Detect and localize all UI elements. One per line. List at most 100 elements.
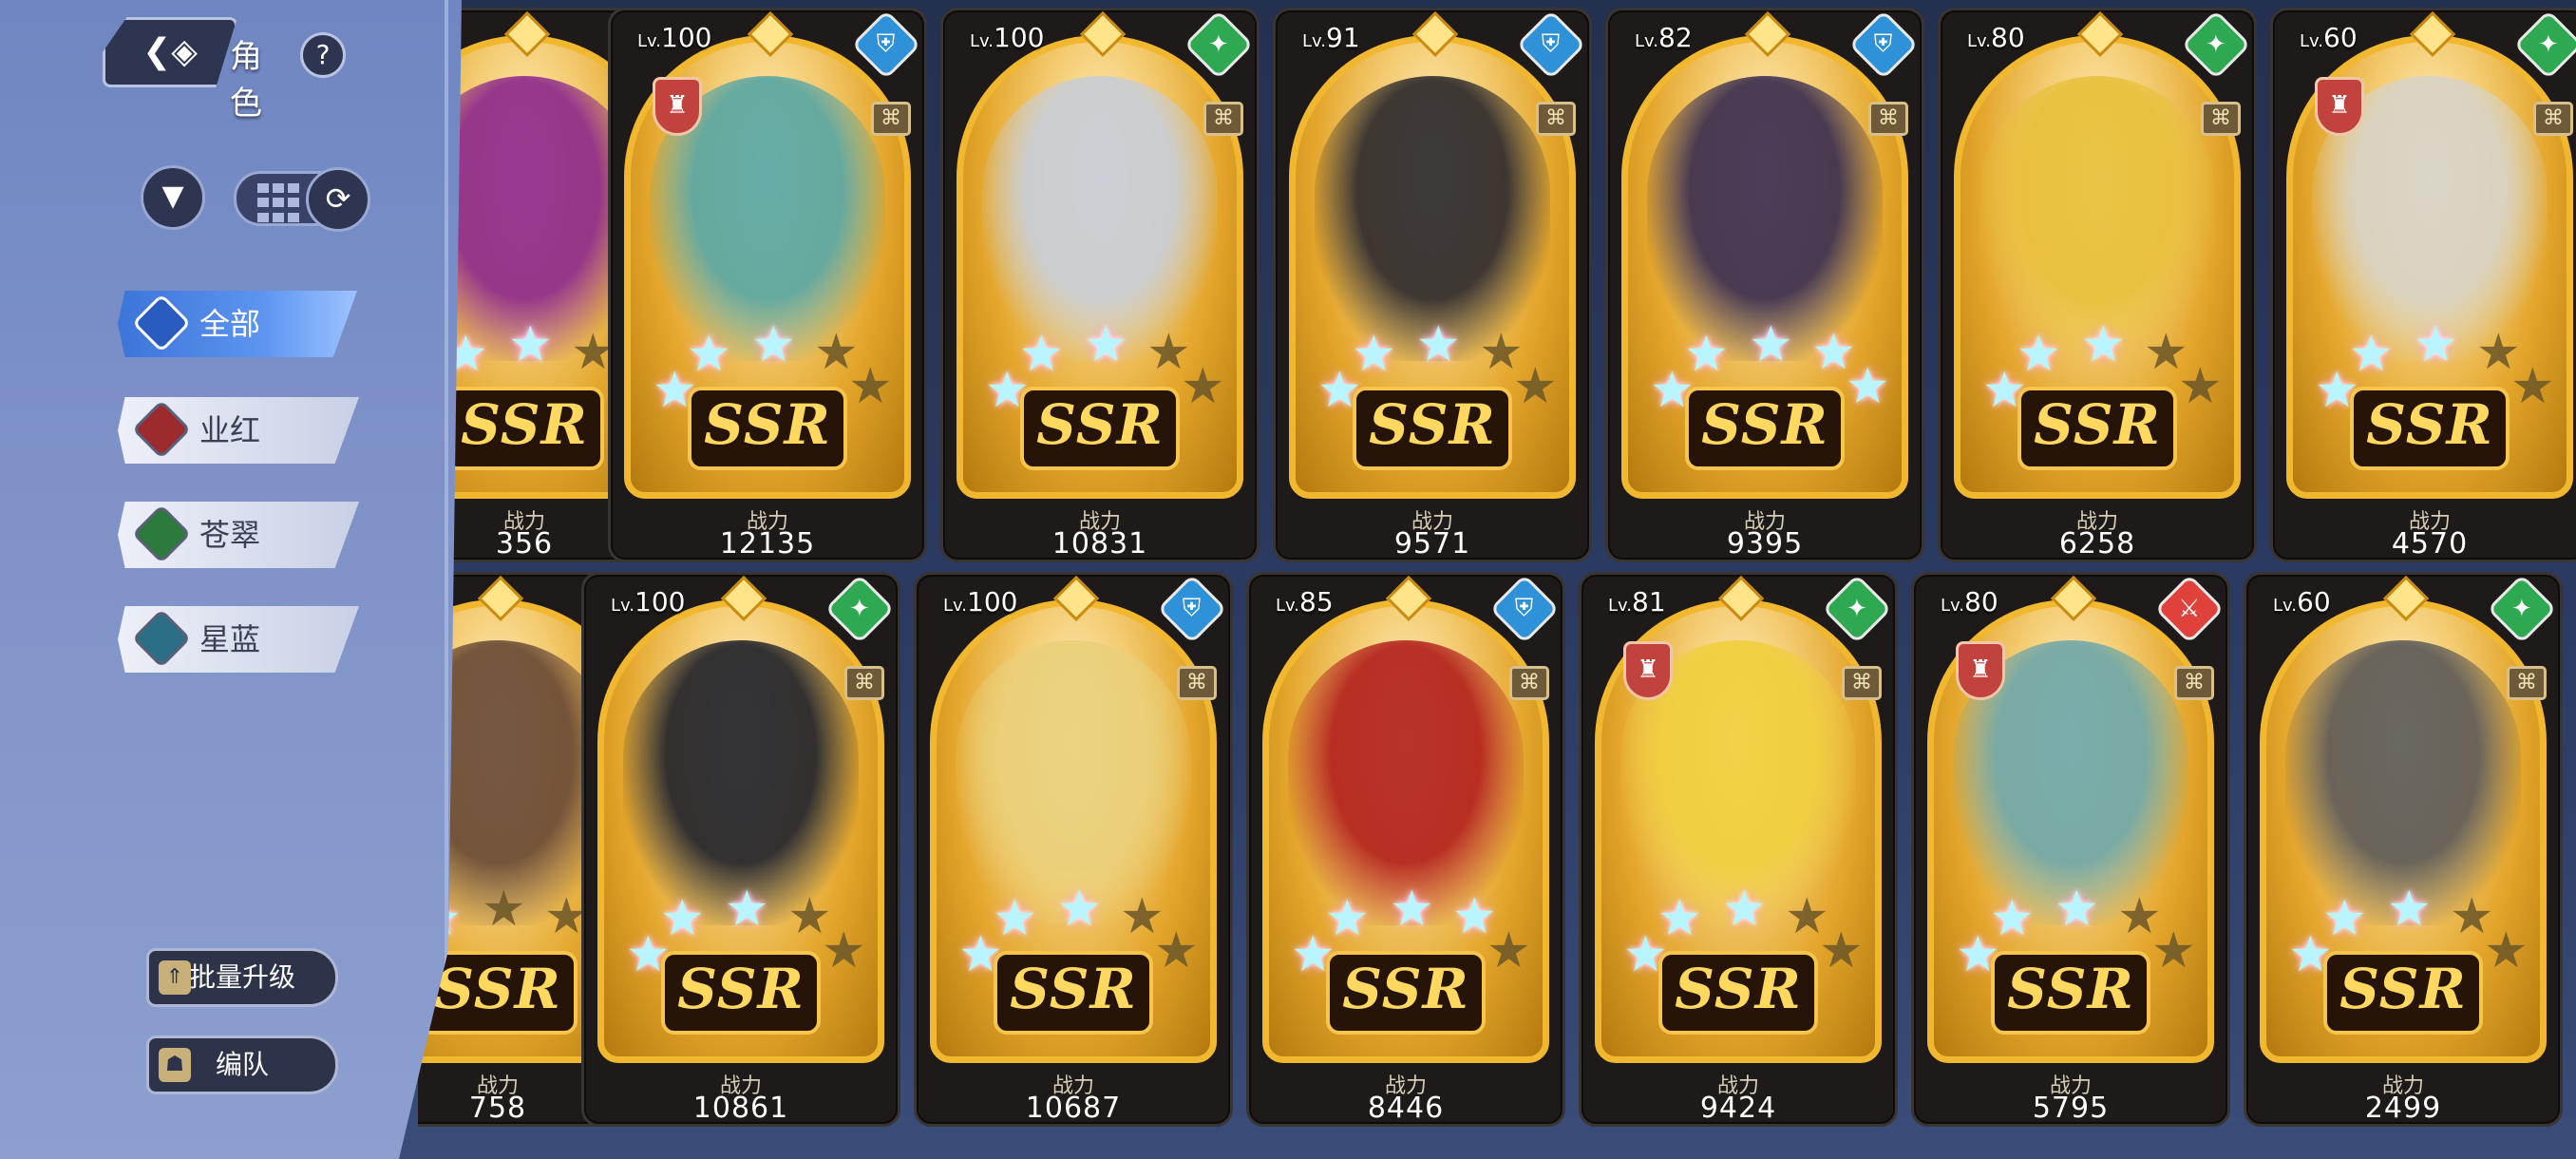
tab-label: 苍翠 [199,517,261,553]
star-icon: ★ [1057,881,1102,938]
star-icon: ★ [1513,358,1558,415]
star-icon: ★ [2387,881,2432,938]
star-icon: ★ [2510,358,2555,415]
star-icon: ★ [508,316,553,373]
level-label: Lv.85 [1276,586,1334,618]
refresh-icon: ⟳ [325,180,351,217]
star-icon: ★ [1487,922,1531,979]
level-label: Lv.100 [611,586,686,618]
rarity-badge: SSR [1353,387,1512,470]
rarity-badge: SSR [1658,951,1818,1035]
character-card[interactable]: Lv.82 ⛨ ⌘ ★ ★ ★ ★ ★ SSR 战力 9395 [1605,8,1924,562]
guild-badge-icon: ♜ [653,77,702,136]
upgrade-icon: ⇑ [159,960,191,995]
star-icon: ★ [848,358,893,415]
tab-blue[interactable]: 星蓝 [118,606,359,673]
star-icon: ★ [2178,358,2223,415]
rarity-badge: SSR [688,387,847,470]
team-button[interactable]: ☗ 编队 [146,1036,338,1094]
guild-badge-icon: ♜ [1623,641,1673,700]
character-card[interactable]: Lv.100 ✦ ⌘ ★ ★ ★ ★ ★ SSR 战力 10861 [581,572,900,1127]
star-icon: ★ [660,890,705,947]
star-icon: ★ [822,922,866,979]
power-value: 9424 [1699,1092,1777,1125]
level-label: Lv.91 [1302,22,1360,53]
class-icon: ⌘ [1177,666,1217,700]
class-icon: ⌘ [1842,666,1882,700]
level-label: Lv.82 [1635,22,1693,53]
character-card[interactable]: Lv.80 ⚔ ⌘ ♜ ★ ★ ★ ★ ★ SSR 战力 5795 [1911,572,2230,1127]
filter-button[interactable]: ▼ [141,165,205,230]
star-icon: ★ [2322,890,2367,947]
tab-green[interactable]: 苍翠 [118,502,359,568]
rarity-badge: SSR [2323,951,2483,1035]
rarity-badge: SSR [661,951,821,1035]
character-grid: ⚔⌘★★★★★SSR战力356Lv.100⛨⌘♜★★★★★SSR战力12135L… [418,8,2576,1159]
level-label: Lv.60 [2273,586,2331,618]
star-icon: ★ [1684,326,1729,383]
tab-all[interactable]: 全部 [118,291,357,357]
team-label: 编队 [215,1049,269,1080]
star-icon: ★ [1154,922,1199,979]
star-icon: ★ [2017,326,2061,383]
star-icon: ★ [1722,881,1767,938]
all-icon [131,293,192,353]
character-card[interactable]: Lv.60 ✦ ⌘ ♜ ★ ★ ★ ★ ★ SSR 战力 4570 [2270,8,2576,562]
star-icon: ★ [1325,890,1370,947]
rarity-badge: SSR [1020,387,1180,470]
star-icon: ★ [1657,890,1702,947]
refresh-button[interactable]: ⟳ [306,167,370,232]
tab-label: 全部 [199,306,261,342]
rarity-badge: SSR [1685,387,1845,470]
back-arrow-icon: ❮◈ [142,32,198,71]
level-label: Lv.80 [1941,586,1998,618]
character-card[interactable]: Lv.100 ⛨ ⌘ ★ ★ ★ ★ ★ SSR 战力 10687 [914,572,1233,1127]
class-icon: ⌘ [2507,666,2547,700]
batch-upgrade-label: 批量升级 [188,961,295,993]
character-card[interactable]: Lv.100 ⛨ ⌘ ♜ ★ ★ ★ ★ ★ SSR 战力 12135 [608,8,927,562]
team-icon: ☗ [159,1048,191,1082]
character-card[interactable]: Lv.60 ✦ ⌘ ★ ★ ★ ★ ★ SSR 战力 2499 [2244,572,2563,1127]
batch-upgrade-button[interactable]: ⇑ 批量升级 [146,948,338,1007]
power-value: 9571 [1393,527,1471,560]
level-label: Lv.81 [1608,586,1666,618]
guild-badge-icon: ♜ [2315,77,2364,136]
rarity-badge: SSR [994,951,1153,1035]
level-label: Lv.80 [1967,22,2025,53]
green-element-icon [131,504,192,564]
class-icon: ⌘ [1868,102,1908,136]
power-value: 9395 [1726,527,1804,560]
guild-badge-icon: ♜ [1956,641,2005,700]
star-icon: ★ [1390,881,1434,938]
tab-label: 星蓝 [199,621,261,657]
star-icon: ★ [993,890,1037,947]
character-card[interactable]: Lv.80 ✦ ⌘ ★ ★ ★ ★ ★ SSR 战力 6258 [1938,8,2257,562]
character-card[interactable]: Lv.91 ⛨ ⌘ ★ ★ ★ ★ ★ SSR 战力 9571 [1273,8,1592,562]
back-button[interactable]: ❮◈ [103,17,237,87]
character-card[interactable]: Lv.81 ✦ ⌘ ♜ ★ ★ ★ ★ ★ SSR 战力 9424 [1579,572,1898,1127]
page-title: 角色 [230,38,262,123]
star-icon: ★ [751,316,796,373]
level-label: Lv.100 [637,22,712,53]
rarity-badge: SSR [1991,951,2150,1035]
power-value: 10861 [692,1092,789,1125]
character-card[interactable]: Lv.85 ⛨ ⌘ ★ ★ ★ ★ ★ SSR 战力 8446 [1246,572,1565,1127]
star-icon: ★ [1084,316,1128,373]
star-icon: ★ [725,881,769,938]
class-icon: ⌘ [2174,666,2214,700]
power-value: 8446 [1367,1092,1445,1125]
star-icon: ★ [1819,922,1864,979]
character-card[interactable]: Lv.100 ✦ ⌘ ★ ★ ★ ★ ★ SSR 战力 10831 [940,8,1260,562]
star-icon: ★ [1416,316,1461,373]
class-icon: ⌘ [2533,102,2573,136]
star-icon: ★ [2484,922,2529,979]
star-icon: ★ [482,881,526,938]
star-icon: ★ [2081,316,2126,373]
class-icon: ⌘ [1509,666,1549,700]
power-value: 4570 [2391,527,2469,560]
sidebar: ❮◈ 角色 ? ▼ ⟳ 全部 业红 苍翠 星蓝 ⇑ 批量升级 ☗ 编队 [0,0,462,1159]
power-value: 12135 [719,527,816,560]
class-icon: ⌘ [1203,102,1243,136]
tab-red[interactable]: 业红 [118,397,359,464]
help-button[interactable]: ? [300,32,346,78]
